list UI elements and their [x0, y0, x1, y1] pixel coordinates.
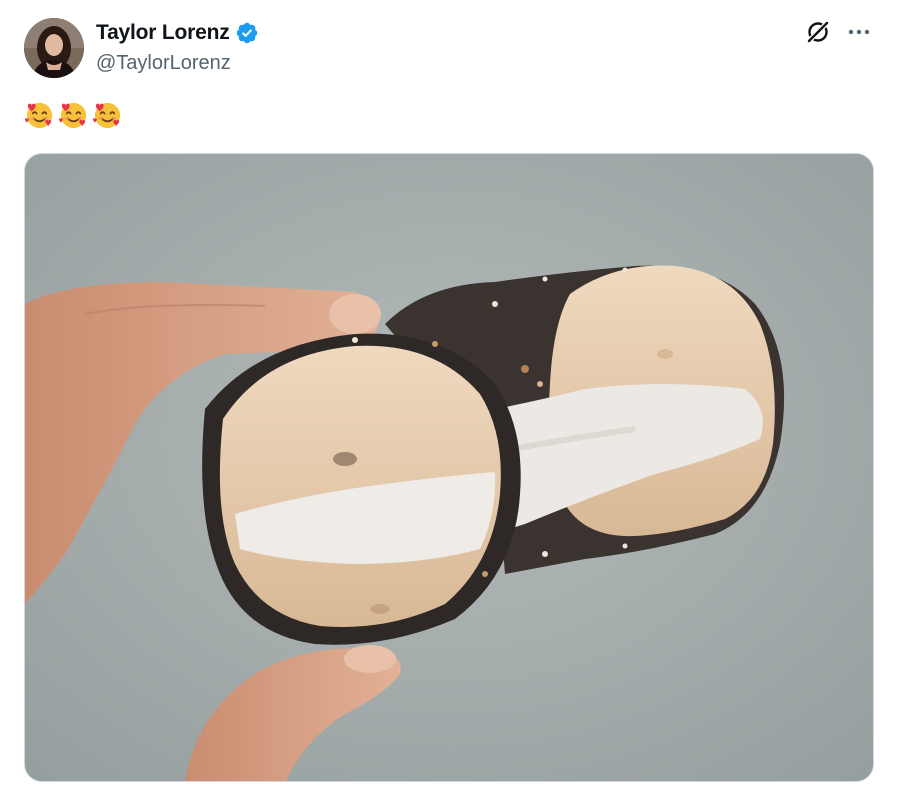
profile-photo-icon — [24, 18, 84, 78]
author-name-row[interactable]: Taylor Lorenz — [96, 20, 259, 46]
bagel-photo — [25, 154, 873, 781]
smiling-face-with-hearts-emoji — [92, 100, 123, 131]
author-handle[interactable]: @TaylorLorenz — [96, 52, 231, 75]
smiling-face-with-hearts-emoji — [58, 100, 89, 131]
display-name[interactable]: Taylor Lorenz — [96, 21, 230, 45]
grok-icon[interactable] — [804, 18, 832, 46]
tweet-text — [24, 100, 123, 131]
avatar[interactable] — [24, 18, 84, 78]
smiling-face-with-hearts-emoji — [24, 100, 55, 131]
tweet-media-photo[interactable] — [24, 153, 874, 782]
verified-badge-icon[interactable] — [235, 21, 259, 45]
tweet-card: Taylor Lorenz @TaylorLorenz — [0, 0, 898, 801]
more-options-icon[interactable] — [846, 22, 874, 42]
